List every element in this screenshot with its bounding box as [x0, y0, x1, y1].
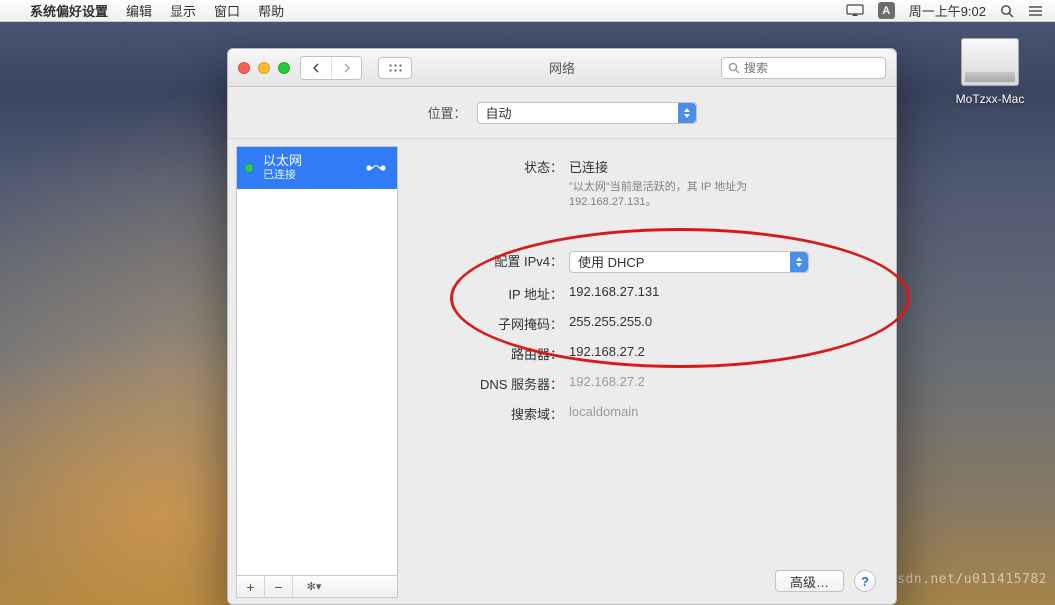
- menubar-clock: 周一上午9:02: [909, 1, 986, 20]
- airplay-icon[interactable]: [846, 4, 864, 17]
- chevron-updown-icon: [678, 103, 696, 123]
- subnet-value: 255.255.255.0: [569, 314, 876, 329]
- status-dot-icon: [245, 164, 253, 172]
- ipv4-config-value: 使用 DHCP: [578, 252, 644, 271]
- dns-label: DNS 服务器：: [414, 374, 569, 393]
- ipv4-config-select[interactable]: 使用 DHCP: [569, 251, 809, 273]
- ip-label: IP 地址：: [414, 284, 569, 303]
- router-label: 路由器：: [414, 344, 569, 363]
- search-input[interactable]: [744, 61, 899, 75]
- disk-label: MoTzxx-Mac: [955, 92, 1025, 106]
- help-button[interactable]: ?: [854, 570, 876, 592]
- menu-window[interactable]: 窗口: [214, 1, 240, 20]
- status-desc: "以太网"当前是活跃的，其 IP 地址为 192.168.27.131。: [569, 180, 819, 211]
- router-value: 192.168.27.2: [569, 344, 876, 359]
- detail-pane: 状态： 已连接 "以太网"当前是活跃的，其 IP 地址为 192.168.27.…: [406, 139, 896, 604]
- zoom-button[interactable]: [278, 62, 290, 74]
- location-value: 自动: [486, 103, 512, 122]
- back-button[interactable]: [301, 57, 331, 79]
- sidebar-tools: + − ✻▾: [236, 576, 398, 598]
- remove-interface-button[interactable]: −: [265, 576, 293, 597]
- searchdomain-value: localdomain: [569, 404, 876, 419]
- status-label: 状态：: [414, 157, 569, 176]
- sidebar-item-name: 以太网: [263, 154, 302, 169]
- nav-back-forward: [300, 56, 362, 80]
- minimize-button[interactable]: [258, 62, 270, 74]
- interface-list[interactable]: 以太网 已连接: [236, 146, 398, 576]
- close-button[interactable]: [238, 62, 250, 74]
- input-source-badge[interactable]: A: [878, 2, 895, 19]
- location-select[interactable]: 自动: [477, 102, 697, 124]
- chevron-updown-icon: [790, 252, 808, 272]
- location-label: 位置：: [427, 103, 466, 122]
- sidebar-item-ethernet[interactable]: 以太网 已连接: [237, 147, 397, 189]
- status-value: 已连接: [569, 157, 876, 176]
- desktop-disk[interactable]: MoTzxx-Mac: [955, 38, 1025, 106]
- location-row: 位置： 自动: [228, 87, 896, 139]
- subnet-label: 子网掩码：: [414, 314, 569, 333]
- spotlight-icon[interactable]: [1000, 4, 1014, 18]
- preferences-window: 网络 位置： 自动 以太网 已连接: [227, 48, 897, 605]
- sidebar-item-sub: 已连接: [263, 169, 302, 182]
- ip-value: 192.168.27.131: [569, 284, 876, 299]
- advanced-button[interactable]: 高级…: [775, 570, 844, 592]
- menu-view[interactable]: 显示: [170, 1, 196, 20]
- notification-center-icon[interactable]: [1028, 5, 1043, 17]
- ipv4-config-label: 配置 IPv4：: [414, 251, 569, 270]
- menubar: 系统偏好设置 编辑 显示 窗口 帮助 A 周一上午9:02: [0, 0, 1055, 22]
- interface-actions-button[interactable]: ✻▾: [293, 576, 335, 597]
- dns-value: 192.168.27.2: [569, 374, 876, 389]
- titlebar[interactable]: 网络: [228, 49, 896, 87]
- disk-icon: [961, 38, 1019, 86]
- menu-help[interactable]: 帮助: [258, 1, 284, 20]
- searchdomain-label: 搜索域：: [414, 404, 569, 423]
- menu-edit[interactable]: 编辑: [126, 1, 152, 20]
- add-interface-button[interactable]: +: [237, 576, 265, 597]
- forward-button[interactable]: [331, 57, 361, 79]
- show-all-button[interactable]: [378, 57, 412, 79]
- app-menu[interactable]: 系统偏好设置: [30, 1, 108, 20]
- ethernet-icon: [363, 159, 389, 177]
- search-field[interactable]: [721, 57, 886, 79]
- grid-icon: [388, 63, 402, 73]
- search-icon: [728, 62, 740, 74]
